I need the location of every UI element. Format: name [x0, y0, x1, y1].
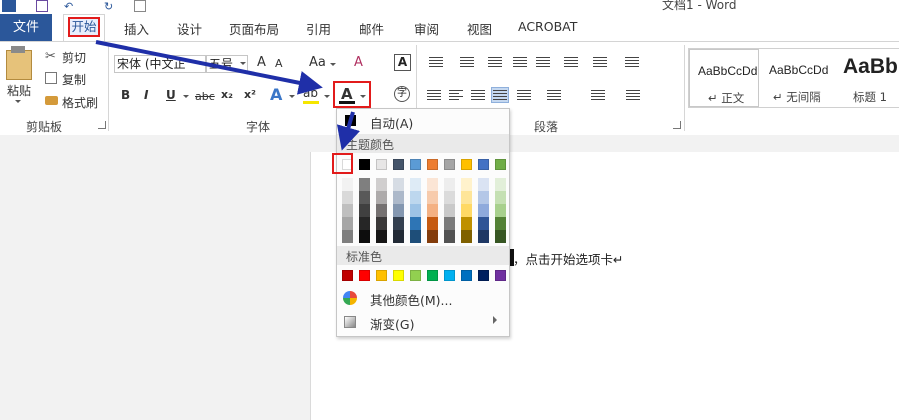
icon-line	[626, 90, 640, 91]
icon-line	[449, 96, 463, 97]
icon-line	[460, 66, 474, 67]
sort-icon[interactable]	[592, 55, 608, 69]
icon-line	[625, 63, 639, 64]
icon-line	[626, 99, 640, 100]
icon-line	[513, 57, 527, 58]
icon-line	[471, 96, 485, 97]
icon-line	[429, 60, 443, 61]
icon-line	[517, 99, 531, 100]
icon-line	[429, 66, 443, 67]
borders-icon[interactable]	[625, 88, 641, 102]
icon-line	[547, 99, 561, 100]
icon-line	[429, 63, 443, 64]
icon-line	[513, 60, 527, 61]
icon-line	[547, 93, 561, 94]
icon-line	[547, 96, 561, 97]
icon-line	[593, 66, 607, 67]
icon-line	[513, 66, 527, 67]
distributed-icon[interactable]	[516, 88, 532, 102]
icon-line	[625, 66, 639, 67]
icon-line	[517, 90, 531, 91]
icon-line	[593, 63, 607, 64]
multilevel-list-icon[interactable]	[483, 55, 502, 69]
icon-line	[493, 93, 507, 94]
icon-line	[625, 60, 639, 61]
icon-line	[460, 60, 474, 61]
icon-line	[449, 99, 459, 100]
align-right-icon[interactable]	[470, 88, 486, 102]
decrease-indent-icon[interactable]	[512, 55, 528, 69]
icon-line	[429, 57, 443, 58]
icon-line	[513, 63, 527, 64]
icon-line	[427, 93, 441, 94]
icon-line	[471, 99, 485, 100]
icon-line	[488, 57, 502, 58]
icon-line	[517, 96, 531, 97]
icon-line	[427, 96, 441, 97]
center-icon[interactable]	[448, 88, 464, 102]
icon-line	[626, 93, 640, 94]
annotation-arrows	[95, 40, 360, 151]
icon-line	[536, 60, 550, 61]
icon-line	[471, 93, 485, 94]
icon-line	[564, 63, 578, 64]
icon-line	[471, 90, 485, 91]
icon-line	[547, 90, 561, 91]
arrow-to-font-color	[95, 40, 323, 95]
icon-line	[536, 57, 550, 58]
shading-icon[interactable]	[590, 88, 606, 102]
icon-line	[449, 93, 459, 94]
icon-line	[427, 90, 441, 91]
numbering-icon[interactable]	[455, 55, 474, 69]
icon-line	[625, 57, 639, 58]
bullets-icon[interactable]	[424, 55, 443, 69]
icon-line	[449, 90, 463, 91]
chinese-layout-icon[interactable]	[563, 55, 579, 69]
icon-line	[493, 99, 507, 100]
icon-line	[488, 66, 502, 67]
icon-line	[517, 93, 531, 94]
icon-line	[626, 96, 640, 97]
show-marks-icon[interactable]	[624, 55, 640, 69]
icon-line	[591, 93, 605, 94]
icon-line	[593, 60, 607, 61]
icon-line	[591, 99, 605, 100]
icon-line	[564, 66, 578, 67]
icon-line	[488, 60, 502, 61]
icon-line	[536, 63, 550, 64]
icon-line	[460, 57, 474, 58]
justify-icon[interactable]	[491, 87, 509, 103]
icon-line	[591, 90, 605, 91]
increase-indent-icon[interactable]	[535, 55, 551, 69]
line-spacing-icon[interactable]	[546, 88, 562, 102]
icon-line	[593, 57, 607, 58]
icon-line	[591, 96, 605, 97]
align-left-icon[interactable]	[426, 88, 442, 102]
icon-line	[536, 66, 550, 67]
icon-line	[460, 63, 474, 64]
icon-line	[488, 63, 502, 64]
icon-line	[493, 96, 507, 97]
arrow-to-white-swatch	[336, 111, 360, 151]
icon-line	[564, 57, 578, 58]
icon-line	[427, 99, 441, 100]
icon-line	[493, 90, 507, 91]
icon-line	[564, 60, 578, 61]
